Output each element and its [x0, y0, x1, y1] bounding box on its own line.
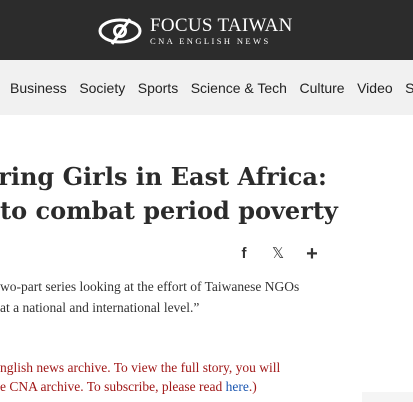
lead-line-2: at a national and international level.”: [0, 300, 200, 315]
nav-item-sports[interactable]: Sports: [138, 80, 178, 96]
x-icon[interactable]: 𝕏: [266, 242, 290, 266]
nav-item-science-tech[interactable]: Science & Tech: [191, 80, 287, 96]
eye-logo-icon: [98, 18, 142, 45]
archive-notice: nglish news archive. To view the full st…: [0, 358, 413, 396]
site-logo[interactable]: FOCUS TAIWAN CNA ENGLISH NEWS: [98, 14, 293, 48]
site-header: FOCUS TAIWAN CNA ENGLISH NEWS: [0, 0, 413, 60]
article-title-line-1: vering Girls in East Africa:: [0, 162, 327, 191]
article-title: vering Girls in East Africa: to combat p…: [0, 160, 413, 228]
logo-subtitle: CNA ENGLISH NEWS: [150, 36, 271, 46]
article-title-line-2: to combat period poverty: [0, 196, 338, 225]
facebook-icon[interactable]: f: [232, 242, 256, 266]
logo-title: FOCUS TAIWAN: [150, 15, 293, 36]
notice-line-1: nglish news archive. To view the full st…: [0, 360, 281, 375]
plus-icon[interactable]: +: [300, 242, 324, 266]
notice-suffix: .): [248, 379, 257, 394]
notice-text: e CNA archive. To subscribe, please read: [0, 379, 226, 394]
share-bar: f 𝕏 +: [232, 242, 334, 266]
nav-item-truncated[interactable]: Sp: [405, 80, 413, 96]
notice-line-2: e CNA archive. To subscribe, please read…: [0, 377, 413, 396]
article-lead: wo-part series looking at the effort of …: [0, 276, 413, 318]
main-nav: Business Society Sports Science & Tech C…: [0, 60, 413, 115]
nav-item-society[interactable]: Society: [79, 80, 125, 96]
lead-line-1: wo-part series looking at the effort of …: [0, 279, 300, 294]
nav-item-business[interactable]: Business: [10, 80, 67, 96]
corner-widget: [362, 392, 413, 402]
subscribe-link[interactable]: here: [226, 379, 249, 394]
nav-item-video[interactable]: Video: [357, 80, 393, 96]
nav-item-culture[interactable]: Culture: [299, 80, 344, 96]
